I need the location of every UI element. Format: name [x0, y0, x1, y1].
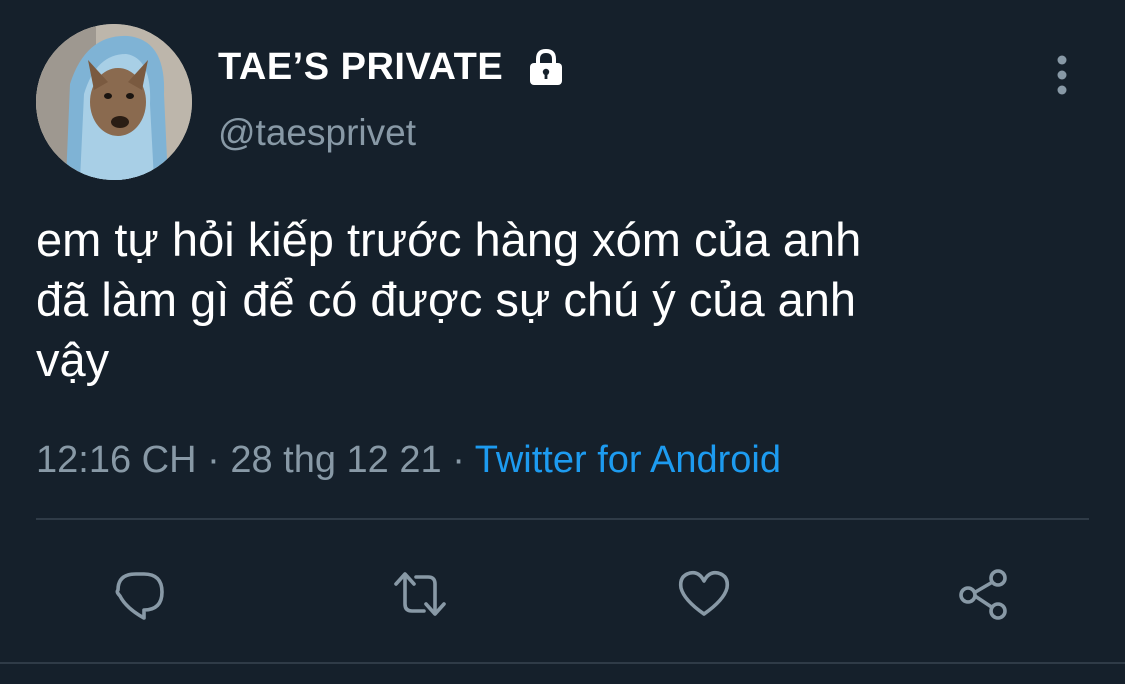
- more-vertical-icon[interactable]: [1046, 54, 1078, 96]
- tweet-card: TAE’S PRIVATE @taesprivet em tự hỏi kiếp…: [0, 0, 1125, 684]
- retweet-icon: [394, 572, 446, 616]
- like-button[interactable]: [676, 566, 732, 622]
- tweet-date[interactable]: 28 thg 12 21: [230, 439, 441, 481]
- reply-button[interactable]: [112, 566, 168, 622]
- reply-icon: [115, 572, 164, 620]
- display-name[interactable]: TAE’S PRIVATE: [218, 44, 567, 90]
- retweet-button[interactable]: [392, 566, 448, 622]
- tweet-source-link[interactable]: Twitter for Android: [475, 439, 781, 481]
- tweet-text: em tự hỏi kiếp trước hàng xóm của anh đã…: [36, 213, 862, 386]
- tweet-meta: 12:16 CH · 28 thg 12 21 · Twitter for An…: [36, 436, 781, 484]
- tweet-time[interactable]: 12:16 CH: [36, 439, 197, 481]
- share-button[interactable]: [956, 566, 1012, 622]
- meta-separator: ·: [441, 439, 475, 481]
- avatar-image: [36, 24, 192, 180]
- avatar[interactable]: [36, 24, 192, 180]
- user-handle[interactable]: @taesprivet: [218, 110, 416, 156]
- lock-icon: [525, 46, 567, 88]
- share-icon: [959, 569, 1007, 620]
- meta-separator: ·: [196, 439, 231, 481]
- divider: [36, 518, 1089, 520]
- display-name-text: TAE’S PRIVATE: [218, 46, 504, 88]
- divider: [0, 662, 1125, 664]
- heart-icon: [678, 570, 730, 616]
